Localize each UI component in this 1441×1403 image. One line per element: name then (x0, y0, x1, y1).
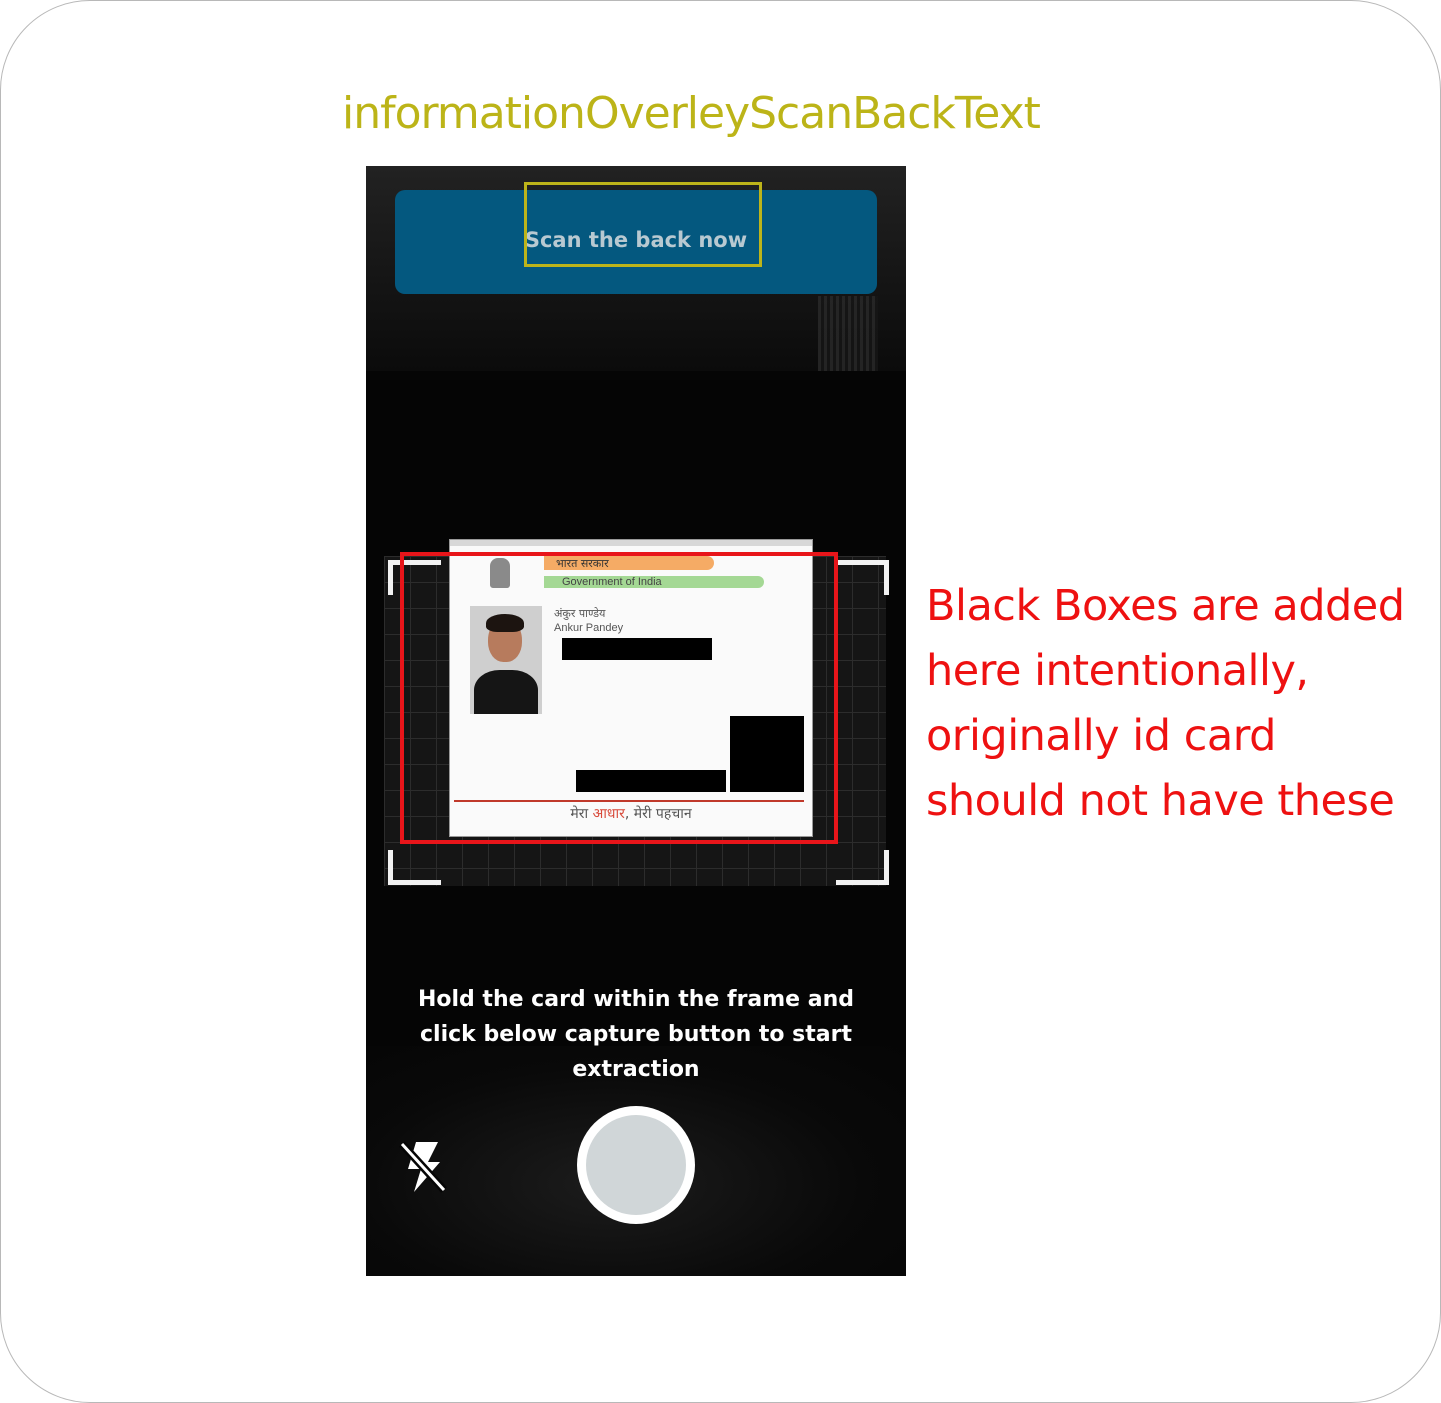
flash-off-icon (399, 1141, 447, 1193)
instruction-text: Hold the card within the frame and click… (417, 987, 855, 1082)
card-highlight-box (400, 552, 838, 844)
capture-button-inner (586, 1115, 686, 1215)
frame-corner-bottom-right (836, 850, 889, 885)
flash-toggle-button[interactable] (394, 1136, 450, 1196)
frame-corner-bottom-left (388, 850, 441, 885)
frame-corner-top-right (836, 560, 889, 595)
annotation-title: informationOverleyScanBackText (342, 88, 1041, 139)
annotation-note: Black Boxes are added here intentionally… (926, 581, 1405, 826)
phone-screen: Scan the back now भारत सरकार Government … (366, 166, 906, 1276)
capture-button[interactable] (577, 1106, 695, 1224)
camera-background-texture (818, 296, 878, 371)
text-highlight-box (524, 182, 762, 267)
